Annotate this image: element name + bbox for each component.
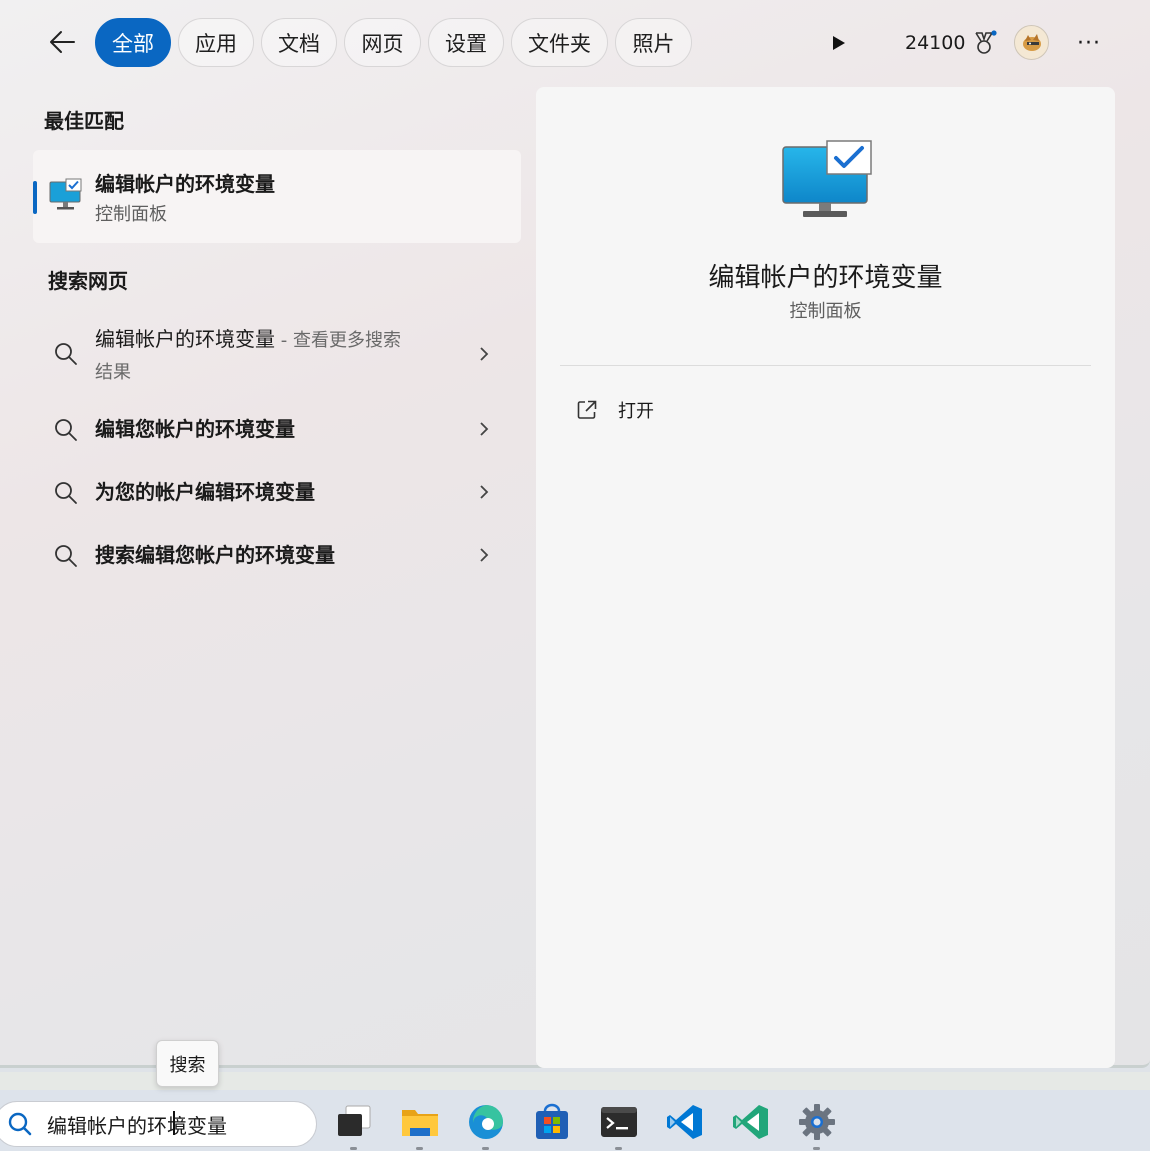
- web-search-item[interactable]: 编辑帐户的环境变量 - 查看更多搜索 结果: [40, 322, 521, 388]
- web-search-query: 搜索编辑您帐户的环境变量: [95, 543, 335, 567]
- search-icon: [55, 545, 77, 567]
- preview-title: 编辑帐户的环境变量: [708, 263, 943, 293]
- play-icon: [833, 36, 845, 50]
- rewards-points[interactable]: 24100: [905, 26, 998, 60]
- vscode-insiders-icon[interactable]: [731, 1102, 771, 1142]
- best-match-heading: 最佳匹配: [44, 109, 124, 133]
- best-match-title: 编辑帐户的环境变量: [95, 172, 275, 196]
- running-indicator: [416, 1147, 423, 1150]
- text-caret: [173, 1110, 175, 1135]
- search-tooltip: 搜索: [156, 1040, 219, 1087]
- web-search-item[interactable]: 编辑您帐户的环境变量: [40, 412, 521, 448]
- search-icon: [8, 1112, 32, 1136]
- open-action[interactable]: 打开: [576, 395, 654, 425]
- best-match-subtitle: 控制面板: [95, 204, 167, 225]
- file-explorer-icon[interactable]: [400, 1102, 440, 1150]
- web-search-query: 为您的帐户编辑环境变量: [95, 480, 315, 504]
- web-search-query: 编辑您帐户的环境变量: [95, 417, 295, 441]
- chevron-right-icon: [480, 548, 489, 562]
- vscode-icon[interactable]: [665, 1102, 705, 1142]
- tab-web[interactable]: 网页: [344, 18, 421, 67]
- tab-photos-label: 照片: [632, 31, 675, 56]
- tab-documents-label: 文档: [278, 31, 320, 56]
- tab-all[interactable]: 全部: [95, 18, 171, 67]
- taskbar: 编辑帐户的环境变量: [0, 1072, 1150, 1151]
- settings-icon[interactable]: [797, 1102, 837, 1150]
- web-search-item[interactable]: 为您的帐户编辑环境变量: [40, 475, 521, 511]
- back-button[interactable]: [40, 22, 84, 62]
- avatar-icon: [1022, 33, 1041, 51]
- more-options-label: ···: [1077, 30, 1101, 56]
- store-icon[interactable]: [532, 1102, 572, 1142]
- user-avatar[interactable]: [1014, 25, 1049, 60]
- chevron-right-icon: [480, 422, 489, 436]
- web-search-suffix: - 查看更多搜索: [275, 330, 401, 351]
- tab-apps-label: 应用: [195, 31, 237, 56]
- arrow-left-icon: [50, 31, 75, 53]
- tab-web-label: 网页: [361, 31, 404, 56]
- search-flyout: 全部 应用 文档 网页 设置 文件夹 照片 24100 ··· 最佳匹配 编辑帐…: [0, 0, 1150, 1068]
- monitor-check-icon: [781, 139, 873, 225]
- search-tooltip-label: 搜索: [169, 1054, 206, 1076]
- taskbar-search-input[interactable]: 编辑帐户的环境变量: [0, 1101, 317, 1147]
- more-options-button[interactable]: ···: [1070, 26, 1108, 60]
- taskbar-search-value: 编辑帐户的环境变量: [47, 1110, 227, 1139]
- medal-icon: [975, 30, 998, 54]
- running-indicator: [615, 1147, 622, 1150]
- search-icon: [55, 343, 77, 365]
- web-search-suffix-line2: 结果: [95, 362, 131, 383]
- web-search-query: 编辑帐户的环境变量: [95, 327, 275, 351]
- tab-folders-label: 文件夹: [528, 31, 591, 56]
- play-button[interactable]: [822, 26, 856, 60]
- chevron-right-icon: [480, 347, 489, 361]
- preview-subtitle: 控制面板: [789, 301, 862, 322]
- chevron-right-icon: [480, 485, 489, 499]
- web-search-text: 编辑您帐户的环境变量: [95, 414, 435, 444]
- tab-documents[interactable]: 文档: [261, 18, 337, 67]
- selection-indicator: [33, 181, 37, 214]
- running-indicator: [350, 1147, 357, 1150]
- search-icon: [55, 419, 77, 441]
- taskbar-search-text: 编辑帐户的环境变量: [47, 1113, 227, 1138]
- task-view-icon[interactable]: [334, 1102, 374, 1150]
- terminal-icon[interactable]: [599, 1102, 639, 1150]
- web-search-heading: 搜索网页: [48, 269, 128, 293]
- tab-photos[interactable]: 照片: [615, 18, 692, 67]
- open-external-icon: [577, 400, 597, 419]
- preview-divider: [560, 365, 1091, 366]
- running-indicator: [813, 1147, 820, 1150]
- monitor-check-icon: [49, 178, 83, 216]
- tab-settings-label: 设置: [445, 31, 487, 56]
- web-search-item[interactable]: 搜索编辑您帐户的环境变量: [40, 538, 521, 574]
- edge-icon[interactable]: [466, 1102, 506, 1150]
- tab-all-label: 全部: [112, 31, 154, 56]
- search-icon: [55, 482, 77, 504]
- best-match-result[interactable]: 编辑帐户的环境变量 控制面板: [33, 150, 521, 243]
- web-search-text: 为您的帐户编辑环境变量: [95, 477, 435, 507]
- web-search-text: 搜索编辑您帐户的环境变量: [95, 540, 435, 570]
- rewards-points-value: 24100: [905, 32, 966, 54]
- preview-pane: 编辑帐户的环境变量 控制面板 打开: [536, 87, 1115, 1068]
- tab-apps[interactable]: 应用: [178, 18, 254, 67]
- open-action-label: 打开: [618, 401, 654, 422]
- filter-bar: 全部 应用 文档 网页 设置 文件夹 照片 24100 ···: [0, 0, 1150, 86]
- running-indicator: [482, 1147, 489, 1150]
- tab-settings[interactable]: 设置: [428, 18, 504, 67]
- web-search-text: 编辑帐户的环境变量 - 查看更多搜索 结果: [95, 324, 435, 388]
- tab-folders[interactable]: 文件夹: [511, 18, 608, 67]
